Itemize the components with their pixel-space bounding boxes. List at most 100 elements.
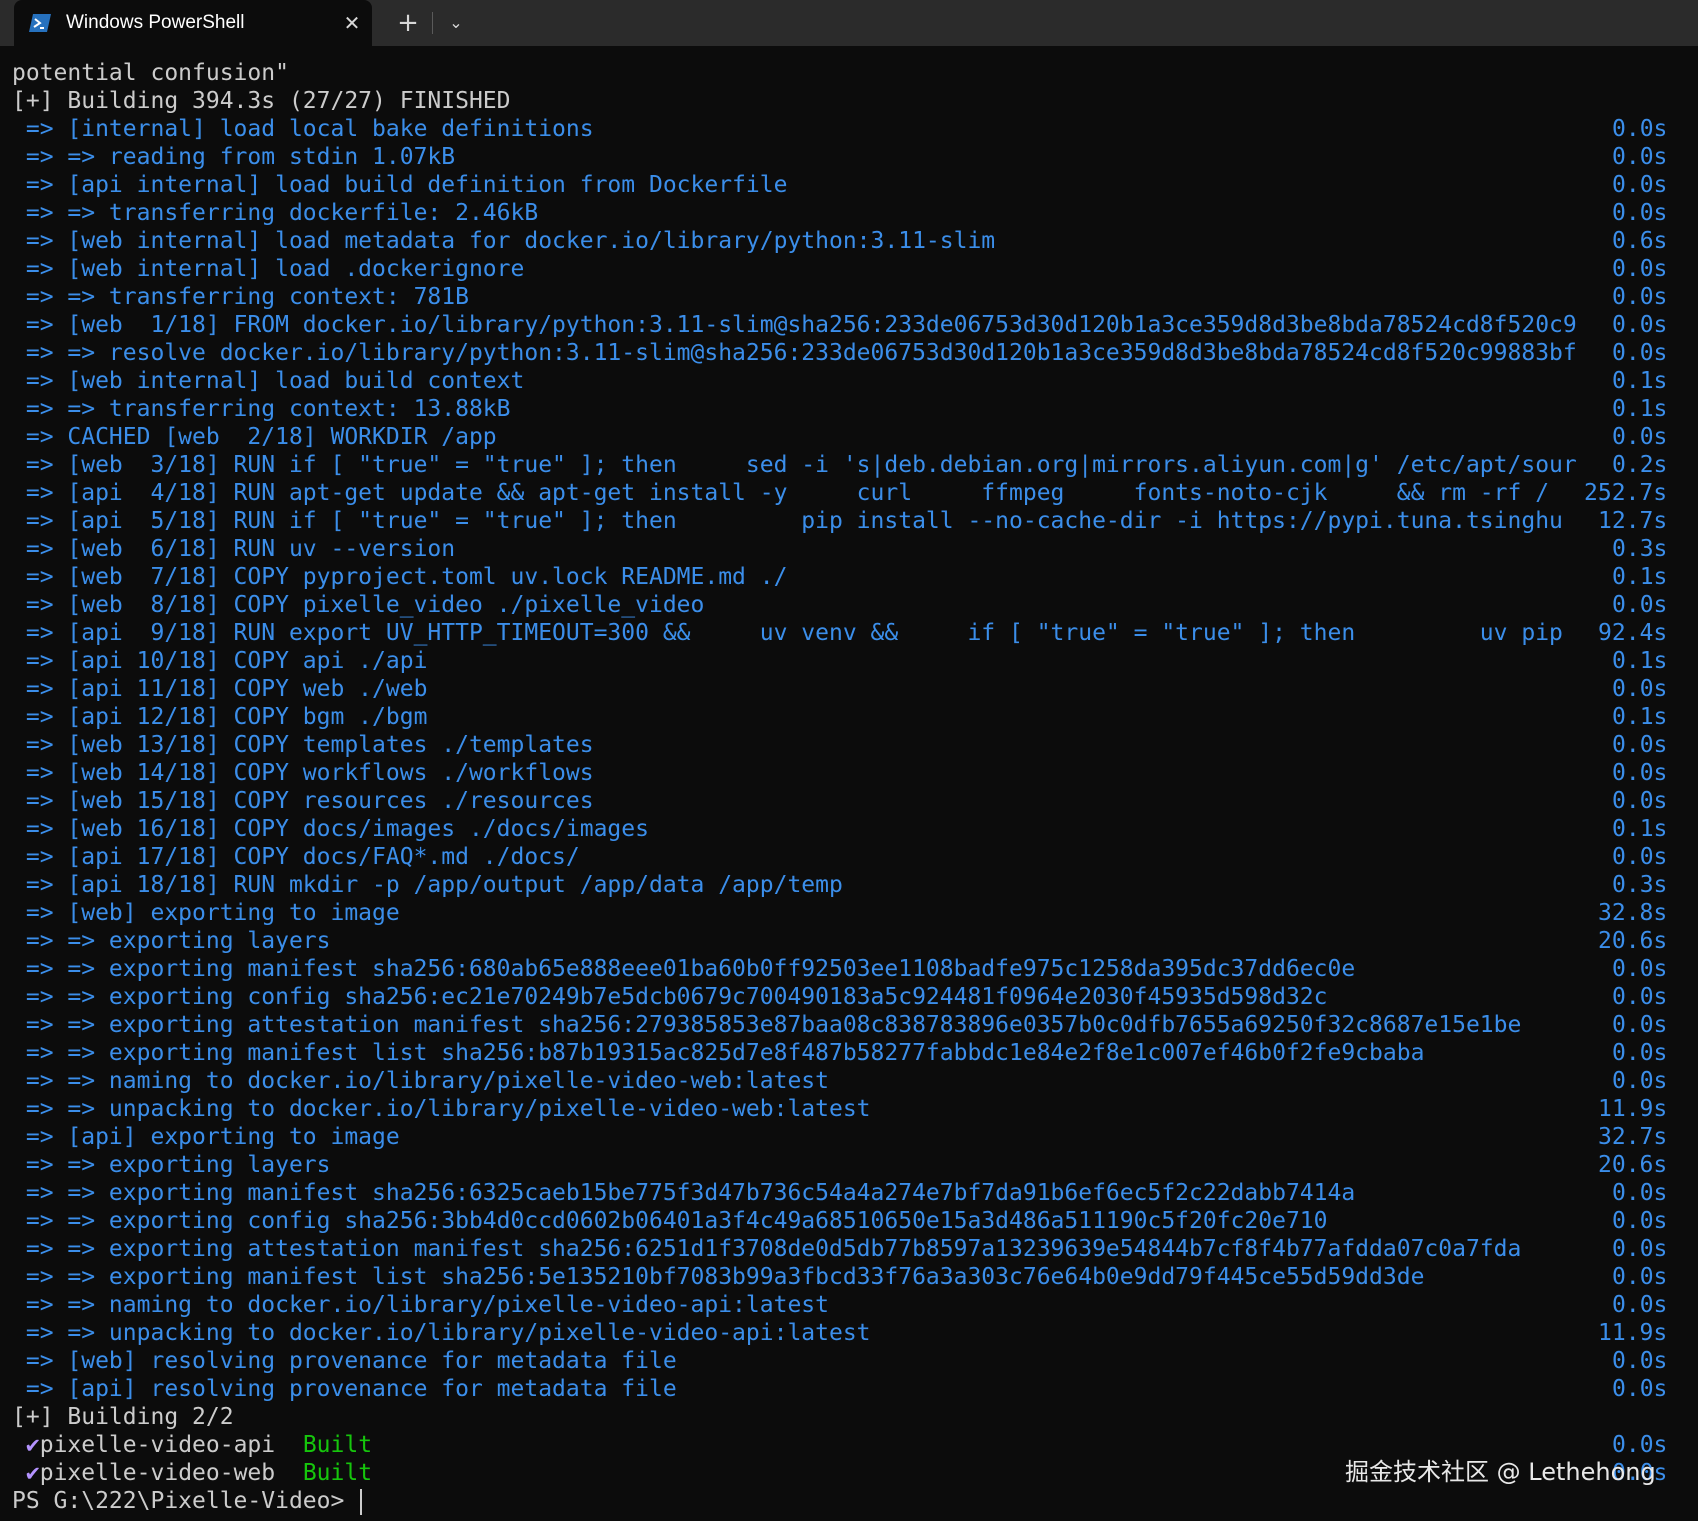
close-tab-icon[interactable]: ✕	[332, 0, 372, 46]
terminal-line: => [web 14/18] COPY workflows ./workflow…	[12, 759, 1692, 787]
line-text: => [api 5/18] RUN if [ "true" = "true" ]…	[12, 508, 1563, 534]
line-duration: 0.0s	[1612, 760, 1668, 786]
line-text: => => exporting config sha256:ec21e70249…	[12, 984, 1328, 1010]
line-text: => => resolve docker.io/library/python:3…	[12, 340, 1577, 366]
line-text: => [api 4/18] RUN apt-get update && apt-…	[12, 480, 1550, 506]
line-text: => => unpacking to docker.io/library/pix…	[12, 1096, 871, 1122]
line-duration: 0.0s	[1612, 172, 1668, 198]
terminal-line: => [api 5/18] RUN if [ "true" = "true" ]…	[12, 507, 1692, 535]
line-text: => => reading from stdin 1.07kB	[12, 144, 456, 170]
line-text: => => exporting layers	[12, 928, 331, 954]
line-duration: 0.1s	[1612, 816, 1668, 842]
line-text: => [api internal] load build definition …	[12, 172, 788, 198]
line-duration: 0.0s	[1612, 788, 1668, 814]
line-duration: 0.0s	[1612, 844, 1668, 870]
line-text: => [web 13/18] COPY templates ./template…	[12, 732, 594, 758]
line-text: => [api 10/18] COPY api ./api	[12, 648, 428, 674]
line-text: => [web internal] load metadata for dock…	[12, 228, 996, 254]
line-text: => => exporting manifest list sha256:b87…	[12, 1040, 1425, 1066]
powershell-icon	[29, 14, 51, 32]
line-duration: 20.6s	[1598, 1152, 1668, 1178]
line-text: => [web internal] load .dockerignore	[12, 256, 525, 282]
service-status: Built	[302, 1432, 373, 1458]
terminal-line: => => exporting attestation manifest sha…	[12, 1235, 1692, 1263]
terminal-line: => => exporting attestation manifest sha…	[12, 1011, 1692, 1039]
terminal-line: => [web internal] load .dockerignore 0.0s	[12, 255, 1692, 283]
line-text: => => transferring context: 13.88kB	[12, 396, 511, 422]
service-name: pixelle-video-web	[39, 1460, 276, 1486]
terminal-line: => [web 8/18] COPY pixelle_video ./pixel…	[12, 591, 1692, 619]
terminal-line: => [web 7/18] COPY pyproject.toml uv.loc…	[12, 563, 1692, 591]
line-text: => [web 3/18] RUN if [ "true" = "true" ]…	[12, 452, 1577, 478]
terminal-line: => [api] exporting to image 32.7s	[12, 1123, 1692, 1151]
terminal-output[interactable]: potential confusion" [+] Building 394.3s …	[12, 59, 1692, 1515]
terminal-line: => [web] exporting to image 32.8s	[12, 899, 1692, 927]
line-duration: 0.1s	[1612, 564, 1668, 590]
terminal-line: => => transferring context: 13.88kB 0.1s	[12, 395, 1692, 423]
line-duration: 11.9s	[1598, 1320, 1668, 1346]
tab-title: Windows PowerShell	[66, 12, 245, 33]
line-text: => [api 18/18] RUN mkdir -p /app/output …	[12, 872, 843, 898]
chevron-down-icon[interactable]: ⌄	[438, 0, 474, 46]
line-duration: 0.0s	[1612, 1236, 1668, 1262]
line-duration: 0.1s	[1612, 396, 1668, 422]
line-text: => [api] resolving provenance for metada…	[12, 1376, 677, 1402]
line-duration: 12.7s	[1598, 508, 1668, 534]
terminal-line: => [web internal] load build context 0.1s	[12, 367, 1692, 395]
terminal-line: => => naming to docker.io/library/pixell…	[12, 1067, 1692, 1095]
line-text: [+] Building 2/2	[12, 1404, 234, 1430]
terminal-line: => => reading from stdin 1.07kB 0.0s	[12, 143, 1692, 171]
prompt-text: PS G:\222\Pixelle-Video>	[12, 1488, 359, 1514]
watermark: 掘金技术社区 @ Lethehong	[1345, 1458, 1656, 1486]
line-text: => [web] resolving provenance for metada…	[12, 1348, 677, 1374]
line-duration: 0.0s	[1612, 1180, 1668, 1206]
line-duration: 0.0s	[1612, 1376, 1668, 1402]
service-name: pixelle-video-api	[39, 1432, 276, 1458]
terminal-line: => [web 3/18] RUN if [ "true" = "true" ]…	[12, 451, 1692, 479]
line-text: => [api 11/18] COPY web ./web	[12, 676, 428, 702]
line-duration: 92.4s	[1598, 620, 1668, 646]
line-text: => [api 9/18] RUN export UV_HTTP_TIMEOUT…	[12, 620, 1563, 646]
line-text: => => exporting manifest sha256:680ab65e…	[12, 956, 1356, 982]
line-text: => => unpacking to docker.io/library/pix…	[12, 1320, 871, 1346]
terminal-line: => [api 17/18] COPY docs/FAQ*.md ./docs/…	[12, 843, 1692, 871]
line-text: => [web internal] load build context	[12, 368, 525, 394]
new-tab-button[interactable]: +	[388, 0, 428, 46]
terminal-line: => => exporting config sha256:3bb4d0ccd0…	[12, 1207, 1692, 1235]
line-duration: 0.0s	[1612, 312, 1668, 338]
line-text: => [api 12/18] COPY bgm ./bgm	[12, 704, 428, 730]
terminal-line: potential confusion"	[12, 59, 1692, 87]
line-text: => [web 15/18] COPY resources ./resource…	[12, 788, 594, 814]
line-text: potential confusion"	[12, 60, 289, 86]
line-duration: 0.0s	[1612, 1012, 1668, 1038]
line-duration: 252.7s	[1584, 480, 1668, 506]
terminal-line: => [web internal] load metadata for dock…	[12, 227, 1692, 255]
terminal-line: => => exporting layers 20.6s	[12, 927, 1692, 955]
terminal-line: => [api 18/18] RUN mkdir -p /app/output …	[12, 871, 1692, 899]
terminal-line: => => transferring dockerfile: 2.46kB 0.0…	[12, 199, 1692, 227]
checkmark-icon: ✔	[25, 1432, 40, 1458]
terminal-line: => [internal] load local bake definition…	[12, 115, 1692, 143]
terminal-line: => => transferring context: 781B 0.0s	[12, 283, 1692, 311]
line-text: => [web 8/18] COPY pixelle_video ./pixel…	[12, 592, 705, 618]
line-text: => CACHED [web 2/18] WORKDIR /app	[12, 424, 497, 450]
prompt-line[interactable]: PS G:\222\Pixelle-Video>	[12, 1487, 1692, 1515]
line-duration: 32.7s	[1598, 1124, 1668, 1150]
terminal-line: => => exporting manifest sha256:6325caeb…	[12, 1179, 1692, 1207]
line-duration: 0.3s	[1612, 536, 1668, 562]
line-duration: 0.0s	[1612, 984, 1668, 1010]
tab-windows-powershell[interactable]: Windows PowerShell ✕	[14, 0, 372, 46]
line-duration: 0.0s	[1612, 340, 1668, 366]
line-duration: 20.6s	[1598, 928, 1668, 954]
line-duration: 0.0s	[1612, 1208, 1668, 1234]
terminal-line: => [api 9/18] RUN export UV_HTTP_TIMEOUT…	[12, 619, 1692, 647]
line-text: [+] Building 394.3s (27/27) FINISHED	[12, 88, 511, 114]
line-text: => => naming to docker.io/library/pixell…	[12, 1292, 829, 1318]
terminal-line: => [web 1/18] FROM docker.io/library/pyt…	[12, 311, 1692, 339]
line-text: => [api] exporting to image	[12, 1124, 400, 1150]
title-bar: Windows PowerShell ✕ + ⌄	[0, 0, 1698, 46]
terminal-line: => [api internal] load build definition …	[12, 171, 1692, 199]
line-duration: 0.0s	[1612, 1068, 1668, 1094]
line-text: => => naming to docker.io/library/pixell…	[12, 1068, 829, 1094]
line-text: => => transferring dockerfile: 2.46kB	[12, 200, 539, 226]
